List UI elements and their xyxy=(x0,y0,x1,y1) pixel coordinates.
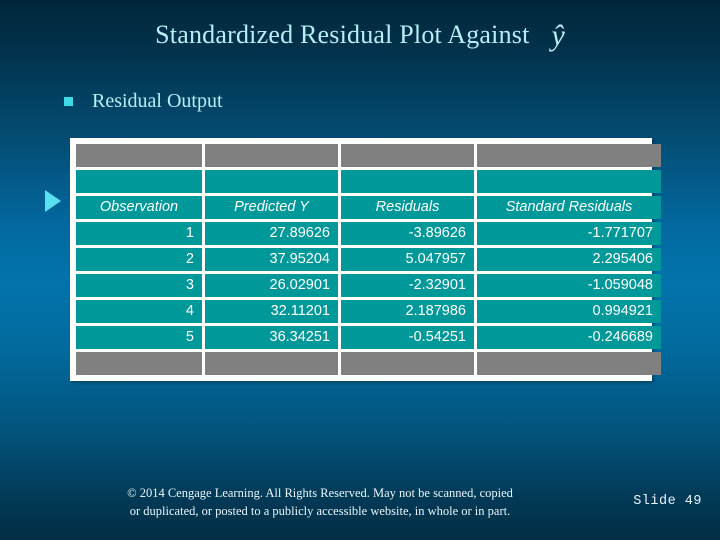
cell-observation: 5 xyxy=(76,326,202,349)
table-edge-cell xyxy=(341,144,474,167)
column-header-observation: Observation xyxy=(76,196,202,219)
cell-residuals: -3.89626 xyxy=(341,222,474,245)
cell-standard-residuals: -1.771707 xyxy=(477,222,661,245)
cell-predicted-y: 32.11201 xyxy=(205,300,338,323)
cell-predicted-y: 26.02901 xyxy=(205,274,338,297)
table-spacer-cell xyxy=(76,170,202,193)
cell-standard-residuals: -1.059048 xyxy=(477,274,661,297)
table-row: 1 27.89626 -3.89626 -1.771707 xyxy=(76,222,661,245)
table-bottom-edge-row xyxy=(76,352,661,375)
cell-standard-residuals: 0.994921 xyxy=(477,300,661,323)
copyright-footer: © 2014 Cengage Learning. All Rights Rese… xyxy=(60,484,580,520)
cell-standard-residuals: 2.295406 xyxy=(477,248,661,271)
residual-output-table-container: Observation Predicted Y Residuals Standa… xyxy=(70,138,661,381)
table-edge-cell xyxy=(341,352,474,375)
table-edge-cell xyxy=(76,352,202,375)
table-row: 5 36.34251 -0.54251 -0.246689 xyxy=(76,326,661,349)
table-top-edge-row xyxy=(76,144,661,167)
copyright-line-1: © 2014 Cengage Learning. All Rights Rese… xyxy=(127,486,513,500)
cell-observation: 2 xyxy=(76,248,202,271)
table-edge-cell xyxy=(76,144,202,167)
bullet-list-item: Residual Output xyxy=(64,90,223,113)
cell-residuals: -0.54251 xyxy=(341,326,474,349)
presentation-slide: Standardized Residual Plot Against ŷ Resi… xyxy=(0,0,720,540)
cell-residuals: 5.047957 xyxy=(341,248,474,271)
table-row: 2 37.95204 5.047957 2.295406 xyxy=(76,248,661,271)
right-triangle-pointer-icon xyxy=(45,190,61,212)
cell-predicted-y: 37.95204 xyxy=(205,248,338,271)
table-row: 3 26.02901 -2.32901 -1.059048 xyxy=(76,274,661,297)
bullet-item-label: Residual Output xyxy=(92,90,223,112)
page-title: Standardized Residual Plot Against xyxy=(155,20,530,49)
table-spacer-cell xyxy=(205,170,338,193)
column-header-residuals: Residuals xyxy=(341,196,474,219)
y-hat-symbol: ŷ xyxy=(551,19,565,52)
table-edge-cell xyxy=(477,144,661,167)
table-edge-cell xyxy=(205,144,338,167)
square-bullet-icon xyxy=(64,97,73,106)
copyright-line-2: or duplicated, or posted to a publicly a… xyxy=(129,504,511,518)
column-header-predicted-y: Predicted Y xyxy=(205,196,338,219)
residual-output-table: Observation Predicted Y Residuals Standa… xyxy=(73,141,664,378)
slide-number-label: Slide 49 xyxy=(633,494,702,509)
table-header-row: Observation Predicted Y Residuals Standa… xyxy=(76,196,661,219)
cell-residuals: -2.32901 xyxy=(341,274,474,297)
cell-observation: 3 xyxy=(76,274,202,297)
table-edge-cell xyxy=(477,352,661,375)
table-edge-cell xyxy=(205,352,338,375)
table-underline-accent xyxy=(72,349,136,351)
cell-predicted-y: 36.34251 xyxy=(205,326,338,349)
table-spacer-cell xyxy=(341,170,474,193)
cell-residuals: 2.187986 xyxy=(341,300,474,323)
table-spacer-cell xyxy=(477,170,661,193)
slide-title-block: Standardized Residual Plot Against ŷ xyxy=(0,18,720,52)
table-spacer-row xyxy=(76,170,661,193)
cell-observation: 1 xyxy=(76,222,202,245)
table-row: 4 32.11201 2.187986 0.994921 xyxy=(76,300,661,323)
cell-observation: 4 xyxy=(76,300,202,323)
cell-predicted-y: 27.89626 xyxy=(205,222,338,245)
cell-standard-residuals: -0.246689 xyxy=(477,326,661,349)
column-header-standard-residuals: Standard Residuals xyxy=(477,196,661,219)
